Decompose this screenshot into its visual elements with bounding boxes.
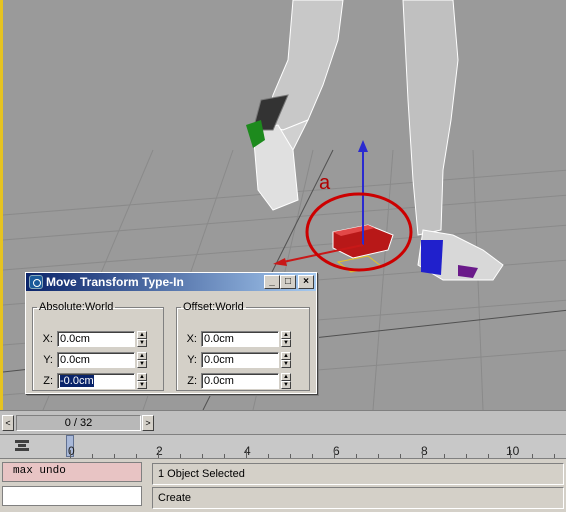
move-transform-dialog[interactable]: Move Transform Type-In _ □ × Absolute:Wo… bbox=[25, 272, 317, 394]
track-tick bbox=[510, 450, 511, 458]
maximize-icon[interactable]: □ bbox=[280, 275, 296, 289]
dialog-titlebar[interactable]: Move Transform Type-In _ □ × bbox=[26, 273, 316, 291]
absolute-z-value: -0.0cm bbox=[60, 375, 94, 387]
absolute-z-label: Z: bbox=[43, 375, 53, 387]
spinner-up-icon[interactable]: ▲ bbox=[137, 331, 147, 339]
offset-x-spinner[interactable]: ▲ ▼ bbox=[281, 331, 291, 347]
absolute-x-input[interactable]: 0.0cm bbox=[57, 331, 135, 347]
offset-world-legend: Offset:World bbox=[183, 301, 244, 313]
offset-x-label: X: bbox=[186, 333, 197, 345]
offset-y-input[interactable]: 0.0cm bbox=[201, 352, 279, 368]
offset-y-label: Y: bbox=[187, 354, 197, 366]
spinner-up-icon[interactable]: ▲ bbox=[281, 352, 291, 360]
spinner-down-icon[interactable]: ▼ bbox=[137, 381, 147, 389]
offset-x-input[interactable]: 0.0cm bbox=[201, 331, 279, 347]
time-slider-bar: < 0 / 32 > bbox=[0, 410, 566, 434]
offset-y-spinner[interactable]: ▲ ▼ bbox=[281, 352, 291, 368]
spinner-down-icon[interactable]: ▼ bbox=[281, 339, 291, 347]
offset-world-group: Offset:World X: 0.0cm ▲ ▼ Y: 0.0cm ▲ ▼ Z: … bbox=[176, 301, 310, 391]
spinner-down-icon[interactable]: ▼ bbox=[281, 360, 291, 368]
tick-label-4: 4 bbox=[244, 444, 251, 458]
spinner-down-icon[interactable]: ▼ bbox=[137, 360, 147, 368]
absolute-y-label: Y: bbox=[43, 354, 53, 366]
status-panel: max undo 1 Object Selected Create bbox=[0, 458, 566, 512]
app-icon bbox=[29, 275, 43, 289]
offset-z-spinner[interactable]: ▲ ▼ bbox=[281, 373, 291, 389]
track-tick bbox=[246, 450, 247, 458]
absolute-x-label: X: bbox=[42, 333, 53, 345]
track-bar[interactable]: 0 2 4 6 8 10 bbox=[0, 434, 566, 458]
close-icon[interactable]: × bbox=[298, 275, 314, 289]
maxscript-listener-input[interactable] bbox=[2, 486, 142, 506]
maxscript-listener-output[interactable]: max undo bbox=[2, 462, 142, 482]
track-tick bbox=[334, 450, 335, 458]
key-filter-icon[interactable] bbox=[12, 438, 32, 454]
tick-label-10: 10 bbox=[506, 444, 520, 458]
dialog-title: Move Transform Type-In bbox=[46, 275, 184, 289]
spinner-up-icon[interactable]: ▲ bbox=[281, 331, 291, 339]
spinner-down-icon[interactable]: ▼ bbox=[137, 339, 147, 347]
absolute-world-legend: Absolute:World bbox=[39, 301, 114, 313]
spinner-up-icon[interactable]: ▲ bbox=[281, 373, 291, 381]
absolute-y-input[interactable]: 0.0cm bbox=[57, 352, 135, 368]
track-tick bbox=[158, 450, 159, 458]
minimize-icon[interactable]: _ bbox=[264, 275, 280, 289]
offset-z-input[interactable]: 0.0cm bbox=[201, 373, 279, 389]
absolute-z-spinner[interactable]: ▲ ▼ bbox=[137, 373, 147, 389]
absolute-y-spinner[interactable]: ▲ ▼ bbox=[137, 352, 147, 368]
annotation-label-a: a bbox=[319, 172, 331, 194]
tick-label-0: 0 bbox=[68, 444, 75, 458]
next-frame-button[interactable]: > bbox=[142, 415, 154, 431]
tick-label-2: 2 bbox=[156, 444, 163, 458]
spinner-up-icon[interactable]: ▲ bbox=[137, 352, 147, 360]
track-tick bbox=[70, 450, 71, 458]
absolute-world-group: Absolute:World X: 0.0cm ▲ ▼ Y: 0.0cm ▲ ▼ Z… bbox=[32, 301, 164, 391]
spinner-up-icon[interactable]: ▲ bbox=[137, 373, 147, 381]
prompt-line: Create bbox=[152, 487, 564, 509]
prev-frame-button[interactable]: < bbox=[2, 415, 14, 431]
absolute-z-input[interactable]: -0.0cm bbox=[57, 373, 135, 389]
spinner-down-icon[interactable]: ▼ bbox=[281, 381, 291, 389]
selection-status: 1 Object Selected bbox=[152, 463, 564, 485]
right-leg-mesh bbox=[402, 0, 504, 281]
offset-z-label: Z: bbox=[187, 375, 197, 387]
absolute-x-spinner[interactable]: ▲ ▼ bbox=[137, 331, 147, 347]
time-slider[interactable]: 0 / 32 bbox=[16, 415, 141, 431]
track-tick bbox=[422, 450, 423, 458]
